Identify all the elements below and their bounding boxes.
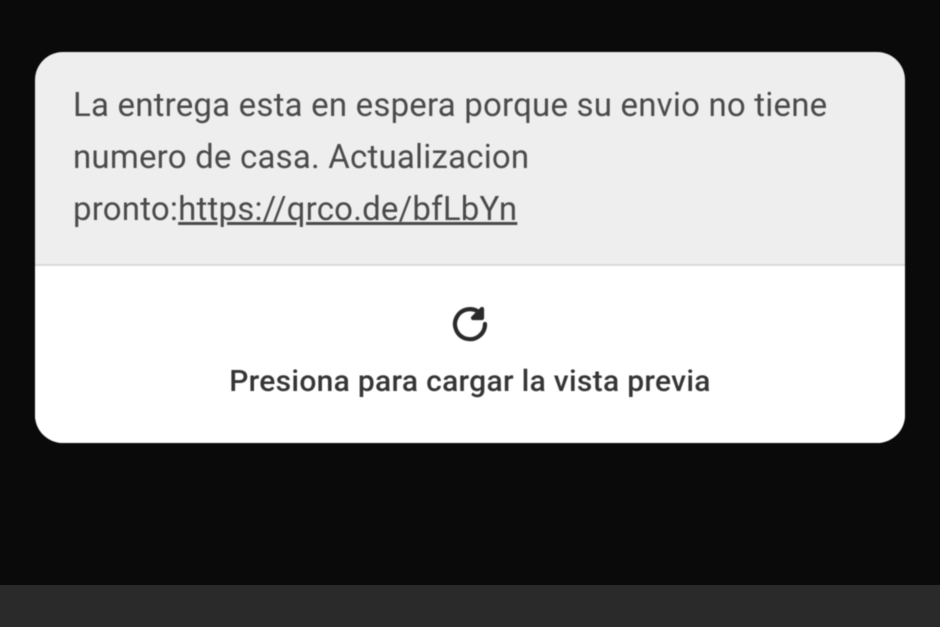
link-preview-panel[interactable]: Presiona para cargar la vista previa xyxy=(35,264,905,443)
bottom-strip xyxy=(0,585,940,627)
message-body: La entrega esta en espera porque su envi… xyxy=(35,52,905,264)
message-link[interactable]: https://qrco.de/bfLbYn xyxy=(178,190,517,229)
reload-icon xyxy=(452,306,488,346)
preview-tap-label: Presiona para cargar la vista previa xyxy=(55,364,885,399)
sms-message-card: La entrega esta en espera porque su envi… xyxy=(35,52,905,443)
